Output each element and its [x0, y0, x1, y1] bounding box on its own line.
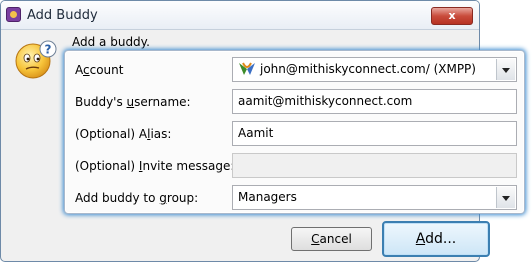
group-value: Managers	[238, 190, 297, 204]
prompt-text: Add a buddy.	[72, 35, 150, 49]
alias-label: (Optional) Alias:	[75, 127, 172, 141]
cancel-button[interactable]: Cancel	[291, 227, 372, 251]
close-button[interactable]: x	[431, 7, 473, 25]
account-dropdown[interactable]: john@mithiskyconnect.com/ (XMPP)	[232, 57, 517, 82]
invite-message-input	[232, 153, 517, 178]
chevron-down-icon[interactable]	[496, 187, 515, 208]
svg-text:?: ?	[45, 43, 52, 57]
pidgin-icon	[6, 7, 21, 22]
title-bar: Add Buddy x	[1, 1, 479, 30]
account-label: Account	[75, 63, 124, 77]
username-label: Buddy's username:	[75, 95, 191, 109]
account-value: john@mithiskyconnect.com/ (XMPP)	[260, 62, 476, 76]
group-label: Add buddy to group:	[75, 191, 199, 205]
buddy-form-panel: Account john@mithiskyconnect.com/ (XMPP)…	[64, 50, 525, 214]
username-input[interactable]: aamit@mithiskyconnect.com	[232, 89, 517, 114]
chevron-down-icon[interactable]	[496, 59, 515, 80]
buddy-question-icon: ?	[15, 40, 57, 79]
add-button[interactable]: Add...	[382, 221, 490, 257]
alias-input[interactable]: Aamit	[232, 121, 517, 146]
window-title: Add Buddy	[27, 8, 98, 23]
xmpp-protocol-icon	[239, 62, 255, 75]
invite-message-label: (Optional) Invite message:	[75, 159, 235, 173]
group-dropdown[interactable]: Managers	[232, 185, 517, 210]
